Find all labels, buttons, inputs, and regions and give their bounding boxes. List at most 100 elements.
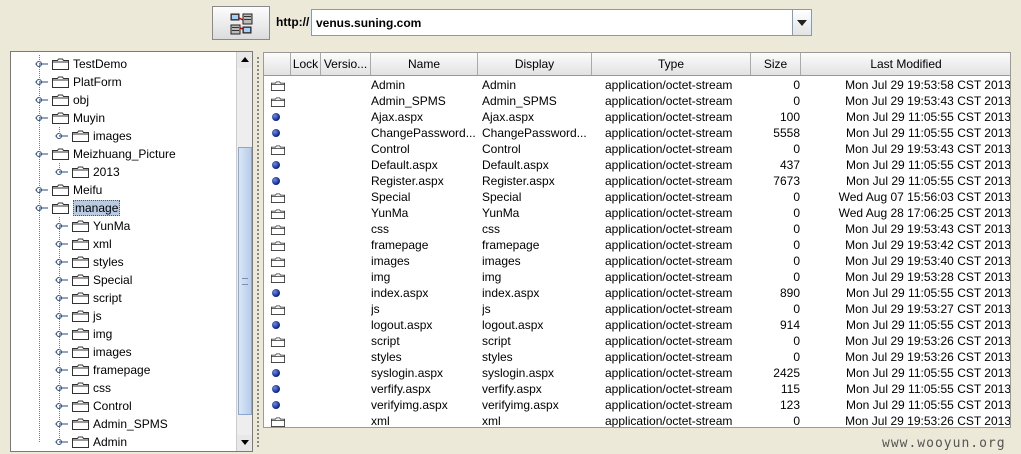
url-combobox[interactable]: venus.suning.com bbox=[311, 9, 812, 36]
table-row[interactable]: Special Special application/octet-stream 0 W… bbox=[264, 189, 1010, 205]
tree-expand-handle-icon[interactable] bbox=[35, 183, 49, 197]
table-row[interactable]: Register.aspx Register.aspx application/oc… bbox=[264, 173, 1010, 189]
splitter-grip-dot bbox=[257, 345, 259, 347]
table-row[interactable]: styles styles application/octet-stream 0 Mon… bbox=[264, 349, 1011, 365]
splitter-grip-dot bbox=[257, 417, 259, 419]
tree-connector-line bbox=[59, 127, 60, 136]
tree-expand-handle-icon[interactable] bbox=[55, 381, 69, 395]
table-row[interactable]: verfify.aspx verfify.aspx application/octe… bbox=[264, 381, 1011, 397]
tree-expand-handle-icon[interactable] bbox=[35, 111, 49, 125]
column-header-last-modified[interactable]: Last Modified bbox=[801, 53, 1010, 75]
table-row[interactable]: Control Control application/octet-stream 0 M… bbox=[264, 141, 1010, 157]
cell-size: 0 bbox=[793, 302, 800, 316]
scroll-thumb[interactable] bbox=[238, 147, 252, 415]
cell-modified: Mon Jul 29 19:53:26 CST 2013 bbox=[845, 350, 1011, 364]
cell-type: application/octet-stream bbox=[605, 174, 733, 188]
cell-type: application/octet-stream bbox=[605, 158, 733, 172]
tree-expand-handle-icon[interactable] bbox=[55, 129, 69, 143]
tree-expand-handle-icon[interactable] bbox=[55, 417, 69, 431]
file-icon bbox=[272, 321, 280, 329]
table-row[interactable]: Admin_SPMS Admin_SPMS application/octet-st… bbox=[264, 93, 1010, 109]
table-row[interactable]: verifyimg.aspx verifyimg.aspx application/… bbox=[264, 397, 1010, 413]
splitter-grip-dot bbox=[257, 77, 259, 79]
cell-type: application/octet-stream bbox=[605, 254, 733, 268]
column-header-icon[interactable] bbox=[264, 53, 291, 75]
tree-expand-handle-icon[interactable] bbox=[55, 435, 69, 449]
tree-expand-handle-icon[interactable] bbox=[55, 345, 69, 359]
url-input[interactable]: venus.suning.com bbox=[316, 16, 421, 30]
tree-expand-handle-icon[interactable] bbox=[55, 165, 69, 179]
table-row[interactable]: xml xml application/octet-stream 0 Mon Jul 2… bbox=[264, 413, 1010, 427]
table-row[interactable]: ChangePassword... ChangePassword... applic… bbox=[264, 125, 1010, 141]
tree-expand-handle-icon[interactable] bbox=[55, 255, 69, 269]
table-row[interactable]: images images application/octet-stream 0 Mon… bbox=[264, 253, 1010, 269]
tree-expand-handle-icon[interactable] bbox=[55, 309, 69, 323]
cell-name: Special bbox=[371, 190, 411, 204]
cell-name: css bbox=[371, 222, 389, 236]
table-row[interactable]: syslogin.aspx syslogin.aspx application/oc… bbox=[264, 365, 1010, 381]
splitter-grip-dot bbox=[257, 113, 259, 115]
splitter-grip-dot bbox=[257, 209, 259, 211]
scroll-down-button[interactable] bbox=[237, 435, 252, 451]
table-row[interactable]: logout.aspx logout.aspx application/octet-… bbox=[264, 317, 1010, 333]
tree-expand-handle-icon[interactable] bbox=[55, 273, 69, 287]
splitter-grip-dot bbox=[257, 445, 259, 447]
table-row[interactable]: js js application/octet-stream 0 Mon Jul 29 … bbox=[264, 301, 1010, 317]
cell-modified: Mon Jul 29 11:05:55 CST 2013 bbox=[846, 382, 1011, 396]
tree-node-label: script bbox=[93, 291, 122, 305]
folder-icon bbox=[72, 310, 89, 322]
cell-type: application/octet-stream bbox=[605, 286, 733, 300]
splitter-grip-dot bbox=[257, 65, 259, 67]
table-row[interactable]: framepage framepage application/octet-stre… bbox=[264, 237, 1010, 253]
column-header-size[interactable]: Size bbox=[751, 53, 801, 75]
cell-name: verfify.aspx bbox=[371, 382, 431, 396]
splitter-grip-dot bbox=[257, 149, 259, 151]
url-dropdown-button[interactable] bbox=[792, 10, 811, 35]
splitter-grip-dot bbox=[257, 173, 259, 175]
splitter-grip-dot bbox=[257, 261, 259, 263]
cell-name: img bbox=[371, 270, 391, 284]
tree-expand-handle-icon[interactable] bbox=[55, 399, 69, 413]
splitter-grip-dot bbox=[257, 89, 259, 91]
splitter-grip-dot bbox=[257, 365, 259, 367]
table-row[interactable]: index.aspx index.aspx application/octet-st… bbox=[264, 285, 1010, 301]
pane-splitter[interactable] bbox=[254, 51, 262, 452]
table-row[interactable]: YunMa YunMa application/octet-stream 0 Wed A… bbox=[264, 205, 1010, 221]
tree-expand-handle-icon[interactable] bbox=[35, 75, 49, 89]
splitter-grip-dot bbox=[257, 273, 259, 275]
tree-expand-handle-icon[interactable] bbox=[55, 363, 69, 377]
column-header-name[interactable]: Name bbox=[371, 53, 478, 75]
folder-tree[interactable]: TestDemo PlatForm obj Muyin images Meizhuang_… bbox=[10, 51, 253, 452]
splitter-grip-dot bbox=[257, 317, 259, 319]
column-header-type[interactable]: Type bbox=[592, 53, 751, 75]
cell-type: application/octet-stream bbox=[605, 270, 733, 284]
scroll-up-button[interactable] bbox=[237, 52, 252, 68]
tree-scrollbar[interactable] bbox=[236, 52, 252, 451]
splitter-grip-dot bbox=[257, 185, 259, 187]
tree-expand-handle-icon[interactable] bbox=[55, 291, 69, 305]
tree-node-label: images bbox=[93, 345, 132, 359]
tree-expand-handle-icon[interactable] bbox=[55, 237, 69, 251]
table-row[interactable]: css css application/octet-stream 0 Mon Jul 2… bbox=[264, 221, 1010, 237]
table-row[interactable]: Default.aspx Default.aspx application/octe… bbox=[264, 157, 1010, 173]
connect-button[interactable] bbox=[212, 6, 270, 40]
table-row[interactable]: img img application/octet-stream 0 Mon Jul 2… bbox=[264, 269, 1010, 285]
tree-expand-handle-icon[interactable] bbox=[35, 147, 49, 161]
table-row[interactable]: Ajax.aspx Ajax.aspx application/octet-stre… bbox=[264, 109, 1010, 125]
cell-display: images bbox=[482, 254, 521, 268]
table-row[interactable]: Admin Admin application/octet-stream 0 Mon J… bbox=[264, 77, 1010, 93]
tree-expand-handle-icon[interactable] bbox=[55, 219, 69, 233]
column-header-display[interactable]: Display bbox=[478, 53, 592, 75]
column-header-lock[interactable]: Lock bbox=[291, 53, 321, 75]
splitter-grip-dot bbox=[257, 421, 259, 423]
column-header-version[interactable]: Versio... bbox=[321, 53, 371, 75]
cell-type: application/octet-stream bbox=[605, 78, 733, 92]
tree-expand-handle-icon[interactable] bbox=[55, 327, 69, 341]
tree-expand-handle-icon[interactable] bbox=[35, 93, 49, 107]
splitter-grip-dot bbox=[257, 213, 259, 215]
table-row[interactable]: script script application/octet-stream 0 Mon… bbox=[264, 333, 1010, 349]
tree-expand-handle-icon[interactable] bbox=[35, 57, 49, 71]
tree-expand-handle-icon[interactable] bbox=[35, 201, 49, 215]
folder-icon bbox=[271, 417, 285, 427]
file-table: Lock Versio... Name Display Type Size Last Mod… bbox=[263, 52, 1011, 428]
